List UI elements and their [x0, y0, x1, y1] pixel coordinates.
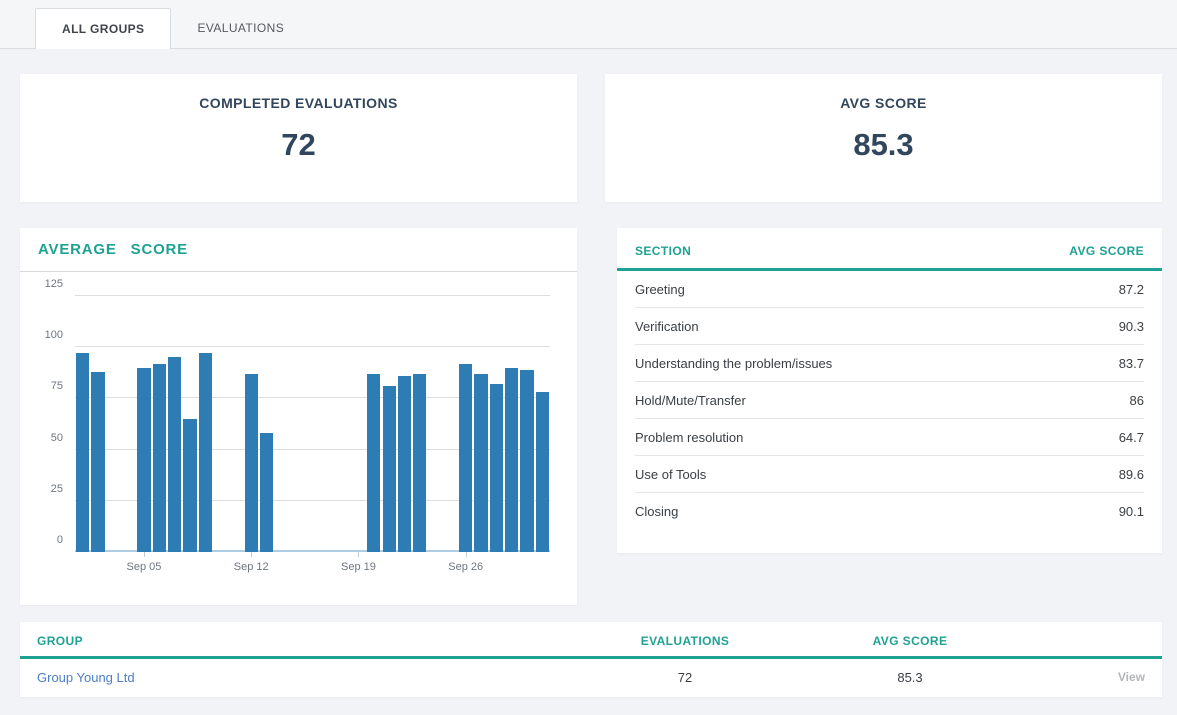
x-axis-tick — [465, 552, 467, 557]
chart-bar — [137, 367, 151, 552]
section-name: Understanding the problem/issues — [635, 355, 833, 371]
avg-score-card: AVG SCORE 85.3 — [605, 74, 1162, 202]
y-axis-label-25: 25 — [50, 482, 63, 495]
chart-bar — [367, 373, 381, 552]
completed-evaluations-title: COMPLETED EVALUATIONS — [199, 95, 398, 111]
evaluations-column-header: EVALUATIONS — [640, 634, 730, 648]
x-axis-tick — [143, 552, 145, 557]
tab-all-groups[interactable]: ALL GROUPS — [35, 8, 172, 49]
x-axis-label: Sep 12 — [233, 561, 269, 573]
section-avg-score: 90.1 — [1118, 504, 1144, 519]
y-axis-label-75: 75 — [50, 380, 63, 393]
chart-bar — [505, 367, 519, 552]
section-name: Use of Tools — [635, 466, 707, 482]
chart-bar — [91, 371, 105, 552]
x-axis-label: Sep 26 — [448, 561, 484, 573]
y-axis-label-0: 0 — [56, 534, 63, 546]
section-avg-score-column-header: AVG SCORE — [1069, 244, 1144, 258]
section-avg-score: 89.6 — [1118, 466, 1144, 482]
chart-bar — [520, 369, 534, 552]
group-table-row: Group Young Ltd 72 85.3 View — [20, 659, 1162, 695]
section-avg-score: 90.3 — [1118, 318, 1144, 334]
chart-bar — [459, 363, 473, 552]
y-axis-label-125: 125 — [44, 278, 63, 290]
chart-bar — [535, 392, 549, 552]
group-column-header: GROUP — [37, 634, 84, 648]
section-table-row: Understanding the problem/issues 83.7 — [635, 345, 1144, 382]
x-axis-label: Sep 05 — [126, 561, 162, 573]
section-table-row: Greeting 87.2 — [635, 271, 1144, 308]
chart-header: AVERAGE SCORE — [20, 228, 577, 272]
view-link[interactable]: View — [1035, 670, 1145, 684]
avg-score-value: 85.3 — [853, 127, 914, 162]
group-name-link[interactable]: Group Young Ltd — [37, 670, 585, 685]
section-score-table: SECTION AVG SCORE Greeting 87.2 Verificati… — [617, 228, 1162, 553]
group-avg-score-column-header: AVG SCORE — [872, 634, 948, 648]
section-avg-score: 86 — [1129, 392, 1144, 408]
section-table-body: Greeting 87.2 Verification 90.3 Understandin… — [617, 271, 1162, 530]
chart-plot-area: 0 25 50 75 100 125 Sep 05 Sep 12 Sep 19 Sep 26 — [45, 278, 550, 573]
completed-evaluations-card: COMPLETED EVALUATIONS 72 — [20, 74, 577, 202]
completed-evaluations-value: 72 — [281, 127, 316, 162]
section-table-row: Hold/Mute/Transfer 86 — [635, 382, 1144, 419]
chart-bar — [489, 384, 503, 552]
x-axis-tick — [358, 552, 360, 557]
chart-bar — [474, 373, 488, 552]
chart-bar — [183, 418, 197, 552]
gridline-125 — [75, 295, 550, 296]
chart-bar — [168, 357, 182, 552]
x-axis-tick — [251, 552, 253, 557]
section-table-row: Closing 90.1 — [635, 493, 1144, 530]
chart-title: AVERAGE SCORE — [38, 241, 188, 258]
group-table-header: GROUP EVALUATIONS AVG SCORE — [20, 622, 1162, 659]
y-axis-label-50: 50 — [50, 431, 63, 444]
chart-bar — [152, 363, 166, 552]
chart-bar — [397, 375, 412, 552]
tab-evaluations[interactable]: EVALUATIONS — [171, 8, 310, 48]
x-axis-label: Sep 19 — [341, 561, 376, 573]
chart-bar — [244, 373, 258, 552]
group-table: GROUP EVALUATIONS AVG SCORE Group Young … — [20, 622, 1162, 697]
section-name: Closing — [635, 504, 679, 519]
main-content: COMPLETED EVALUATIONS 72 AVG SCORE 85.3 … — [0, 74, 1177, 697]
section-table-row: Problem resolution 64.7 — [635, 419, 1144, 456]
group-evaluations-count: 72 — [677, 669, 693, 685]
y-axis-label-100: 100 — [44, 329, 63, 342]
chart-bar — [76, 353, 90, 552]
tab-bar: ALL GROUPS EVALUATIONS — [0, 0, 1177, 49]
section-table-row: Use of Tools 89.6 — [635, 456, 1144, 493]
group-table-body: Group Young Ltd 72 85.3 View — [20, 659, 1162, 695]
bar-chart: 0 25 50 75 100 125 Sep 05 Sep 12 Sep 19 Sep 26 — [20, 272, 577, 604]
chart-bar — [413, 373, 427, 552]
section-avg-score: 83.7 — [1118, 355, 1144, 371]
section-table-row: Verification 90.3 — [635, 308, 1144, 345]
section-column-header: SECTION — [635, 244, 692, 258]
section-name: Verification — [635, 318, 699, 334]
section-avg-score: 64.7 — [1118, 429, 1144, 445]
avg-score-title: AVG SCORE — [840, 95, 927, 111]
section-name: Hold/Mute/Transfer — [635, 392, 746, 408]
section-table-header: SECTION AVG SCORE — [617, 228, 1162, 271]
gridline-100 — [75, 346, 550, 348]
section-name: Problem resolution — [635, 429, 744, 445]
chart-bar — [259, 433, 274, 552]
group-avg-score: 85.3 — [897, 669, 923, 685]
section-name: Greeting — [635, 281, 685, 297]
average-score-chart-card: AVERAGE SCORE 0 25 50 75 100 125 Sep 05 Sep 12 S… — [20, 228, 577, 605]
chart-bar — [198, 353, 212, 552]
section-avg-score: 87.2 — [1118, 281, 1144, 297]
chart-bar — [382, 386, 396, 552]
